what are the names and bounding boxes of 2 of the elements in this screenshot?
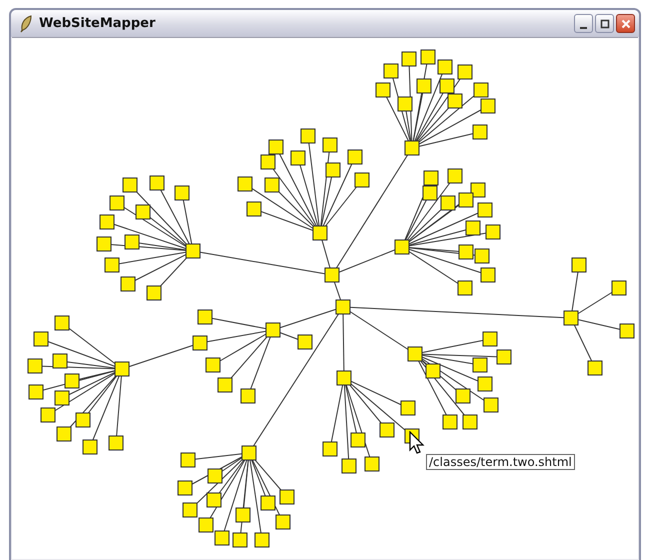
window-title: WebSiteMapper xyxy=(39,16,156,31)
tooltip: /classes/term.two.shtml xyxy=(426,454,575,470)
